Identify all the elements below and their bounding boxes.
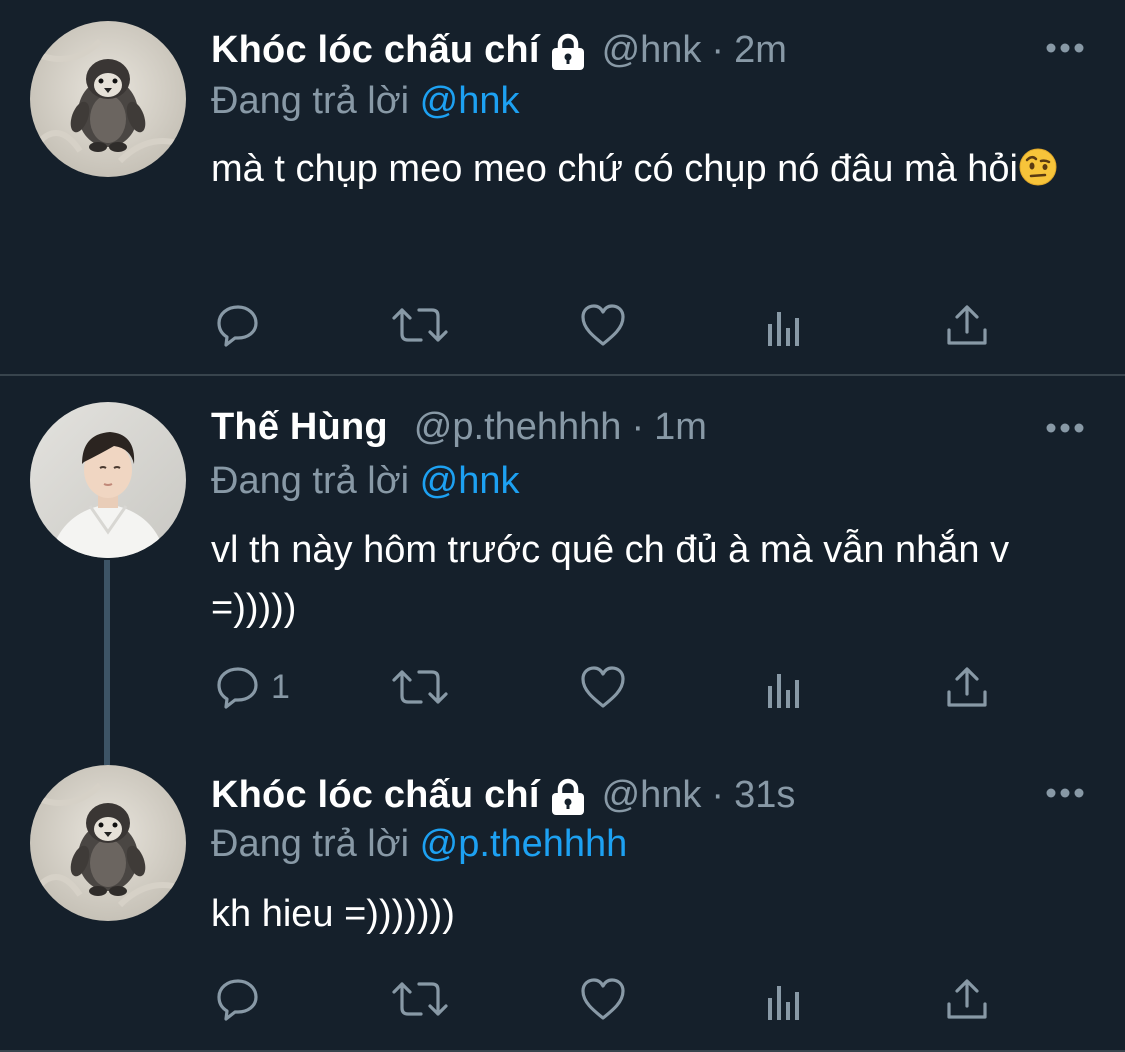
user-handle[interactable]: @hnk: [602, 23, 702, 77]
replying-to-label: Đang trả lời: [211, 80, 410, 122]
share-icon: [947, 667, 987, 707]
retweet-button[interactable]: [391, 662, 449, 712]
tweet-text-content: kh hieu =))))))): [211, 893, 455, 935]
more-icon[interactable]: [1045, 787, 1085, 799]
separator-dot: ·: [711, 774, 725, 816]
retweet-button[interactable]: [391, 300, 449, 350]
share-icon: [947, 305, 987, 345]
profile-photo-image: [30, 402, 186, 558]
separator-dot: ·: [711, 29, 725, 71]
tweet-text: vl th này hôm trước quê ch đủ à mà vẫn n…: [211, 521, 1091, 637]
like-icon: [581, 666, 625, 708]
analytics-icon: [768, 986, 799, 1020]
tweet-actions: 1: [211, 662, 1011, 712]
reply-icon: [217, 305, 258, 347]
analytics-button[interactable]: [765, 662, 807, 712]
timestamp[interactable]: 1m: [654, 400, 707, 454]
tweet-actions: [211, 974, 1011, 1024]
reply-count: 1: [271, 667, 290, 706]
retweet-button[interactable]: [391, 974, 449, 1024]
share-icon: [947, 979, 987, 1019]
retweet-icon: [392, 670, 448, 704]
display-name[interactable]: Khóc lóc chấu chí: [211, 23, 540, 77]
reply-mention-link[interactable]: @hnk: [420, 80, 520, 122]
reply-icon: [217, 667, 258, 709]
analytics-button[interactable]: [765, 300, 807, 350]
separator-dot: ·: [631, 406, 645, 448]
retweet-icon: [392, 982, 448, 1016]
more-icon[interactable]: [1045, 422, 1085, 434]
tweet-actions: [211, 300, 1011, 350]
retweet-icon: [392, 308, 448, 342]
lock-icon: [551, 778, 584, 815]
tweet-3[interactable]: Khóc lóc chấu chí @hnk · 31s Đang trả lờ…: [0, 746, 1125, 1052]
replying-to-label: Đang trả lời: [211, 823, 410, 865]
tweet-text: mà t chụp meo meo chứ có chụp nó đâu mà …: [211, 140, 1091, 198]
face-with-raised-eyebrow-emoji: [1019, 148, 1057, 186]
like-button[interactable]: [579, 974, 627, 1024]
like-button[interactable]: [579, 300, 627, 350]
tweet-text-content: mà t chụp meo meo chứ có chụp nó đâu mà …: [211, 148, 1018, 190]
avatar-hnk[interactable]: [30, 21, 186, 177]
display-name[interactable]: Thế Hùng: [211, 400, 388, 454]
penguin-plush-image: [30, 765, 186, 921]
reply-mention-link[interactable]: @hnk: [420, 460, 520, 502]
user-handle[interactable]: @hnk: [602, 768, 702, 822]
analytics-icon: [768, 674, 799, 708]
penguin-plush-image: [30, 21, 186, 177]
timestamp[interactable]: 31s: [734, 768, 795, 822]
display-name[interactable]: Khóc lóc chấu chí: [211, 768, 540, 822]
tweet-1[interactable]: Khóc lóc chấu chí @hnk · 2m Đang trả lời…: [0, 0, 1125, 375]
replying-to-label: Đang trả lời: [211, 460, 410, 502]
tweet-text-content: vl th này hôm trước quê ch đủ à mà vẫn n…: [211, 529, 1010, 629]
tweet-text: kh hieu =))))))): [211, 885, 1091, 943]
like-icon: [581, 304, 625, 346]
reply-button[interactable]: [215, 300, 271, 350]
tweet-2[interactable]: Thế Hùng @p.thehhhh · 1m Đang trả lời @h…: [0, 376, 1125, 746]
more-icon[interactable]: [1045, 42, 1085, 54]
reply-icon: [217, 979, 258, 1021]
replying-to: Đang trả lời @hnk: [211, 74, 520, 128]
like-icon: [581, 978, 625, 1020]
lock-icon: [551, 33, 584, 70]
share-button[interactable]: [945, 300, 989, 350]
analytics-icon: [768, 312, 799, 346]
tweet-header: Khóc lóc chấu chí @hnk · 2m: [211, 23, 787, 77]
reply-mention-link[interactable]: @p.thehhhh: [420, 823, 628, 865]
analytics-button[interactable]: [765, 974, 807, 1024]
reply-button[interactable]: [215, 974, 271, 1024]
share-button[interactable]: [945, 662, 989, 712]
replying-to: Đang trả lời @hnk: [211, 454, 520, 508]
avatar-hnk[interactable]: [30, 765, 186, 921]
reply-button[interactable]: 1: [215, 662, 290, 712]
tweet-header: Thế Hùng @p.thehhhh · 1m: [211, 400, 707, 454]
timestamp[interactable]: 2m: [734, 23, 787, 77]
user-handle[interactable]: @p.thehhhh: [414, 400, 622, 454]
avatar-p-thehhhh[interactable]: [30, 402, 186, 558]
share-button[interactable]: [945, 974, 989, 1024]
tweet-header: Khóc lóc chấu chí @hnk · 31s: [211, 768, 795, 822]
replying-to: Đang trả lời @p.thehhhh: [211, 817, 627, 871]
like-button[interactable]: [579, 662, 627, 712]
